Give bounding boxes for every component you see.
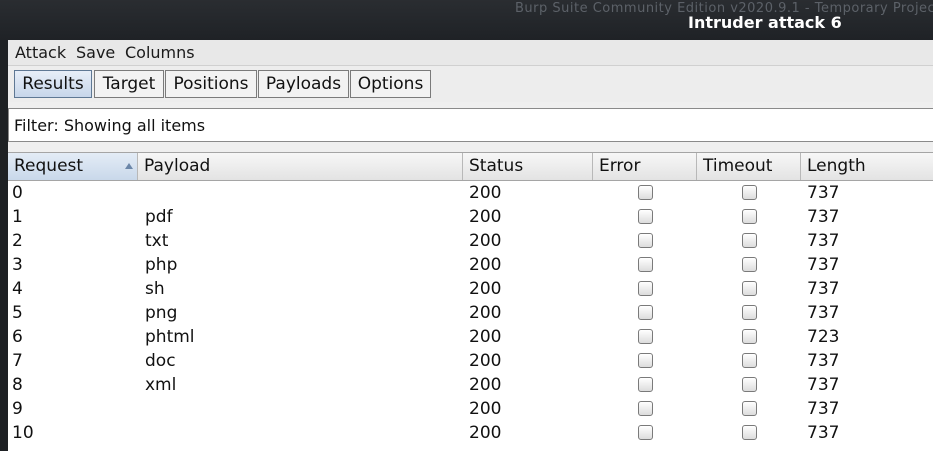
error-checkbox[interactable] [638,401,653,416]
menu-save[interactable]: Save [76,43,115,62]
filter-bar[interactable]: Filter: Showing all items [8,108,933,142]
cell-payload: txt [145,231,169,251]
cell-length: 737 [807,399,840,419]
window-titlebar: Burp Suite Community Edition v2020.9.1 -… [0,0,933,40]
menu-columns[interactable]: Columns [125,43,195,62]
cell-payload: png [145,303,178,323]
column-header-status[interactable]: Status [463,153,593,180]
cell-request: 1 [12,207,23,227]
column-header-error[interactable]: Error [593,153,697,180]
error-checkbox[interactable] [638,281,653,296]
timeout-checkbox[interactable] [742,281,757,296]
cell-length: 737 [807,423,840,443]
cell-request: 7 [12,351,23,371]
timeout-checkbox[interactable] [742,377,757,392]
table-row[interactable]: 0 200 737 [8,181,933,205]
cell-payload: phtml [145,327,195,347]
timeout-checkbox[interactable] [742,329,757,344]
column-header-length[interactable]: Length [801,153,933,180]
column-header-request-label: Request [14,156,84,176]
cell-length: 737 [807,183,840,203]
cell-status: 200 [469,351,502,371]
cell-request: 4 [12,279,23,299]
tab-target[interactable]: Target [94,70,164,98]
cell-status: 200 [469,303,502,323]
cell-payload: xml [145,375,177,395]
cell-request: 3 [12,255,23,275]
error-checkbox[interactable] [638,425,653,440]
table-row[interactable]: 10 200 737 [8,421,933,445]
error-checkbox[interactable] [638,305,653,320]
table-row[interactable]: 8 xml 200 737 [8,373,933,397]
table-row[interactable]: 5 png 200 737 [8,301,933,325]
cell-payload: pdf [145,207,173,227]
error-checkbox[interactable] [638,353,653,368]
cell-status: 200 [469,207,502,227]
cell-request: 2 [12,231,23,251]
cell-payload: php [145,255,178,275]
cell-status: 200 [469,231,502,251]
cell-length: 737 [807,351,840,371]
timeout-checkbox[interactable] [742,353,757,368]
cell-payload: sh [145,279,165,299]
timeout-checkbox[interactable] [742,305,757,320]
cell-request: 10 [12,423,34,443]
cell-status: 200 [469,255,502,275]
cell-request: 9 [12,399,23,419]
tab-payloads[interactable]: Payloads [258,70,349,98]
table-header: Request Payload Status Error Timeout Len… [8,152,933,181]
cell-status: 200 [469,279,502,299]
menu-attack[interactable]: Attack [15,43,66,62]
table-row[interactable]: 3 php 200 737 [8,253,933,277]
column-header-timeout[interactable]: Timeout [697,153,801,180]
tab-positions[interactable]: Positions [165,70,257,98]
error-checkbox[interactable] [638,257,653,272]
cell-status: 200 [469,183,502,203]
cell-length: 737 [807,207,840,227]
tab-options[interactable]: Options [350,70,431,98]
cell-request: 6 [12,327,23,347]
timeout-checkbox[interactable] [742,257,757,272]
cell-request: 5 [12,303,23,323]
cell-status: 200 [469,423,502,443]
error-checkbox[interactable] [638,185,653,200]
cell-length: 737 [807,375,840,395]
timeout-checkbox[interactable] [742,233,757,248]
tab-results[interactable]: Results [14,70,92,98]
results-table: Request Payload Status Error Timeout Len… [8,152,933,451]
timeout-checkbox[interactable] [742,425,757,440]
timeout-checkbox[interactable] [742,401,757,416]
cell-request: 0 [12,183,23,203]
cell-length: 737 [807,279,840,299]
table-row[interactable]: 2 txt 200 737 [8,229,933,253]
table-row[interactable]: 6 phtml 200 723 [8,325,933,349]
filter-label: Filter: Showing all items [14,116,206,135]
cell-payload: doc [145,351,176,371]
timeout-checkbox[interactable] [742,185,757,200]
cell-status: 200 [469,327,502,347]
error-checkbox[interactable] [638,233,653,248]
column-header-request[interactable]: Request [8,153,138,180]
cell-length: 737 [807,255,840,275]
error-checkbox[interactable] [638,329,653,344]
cell-length: 737 [807,231,840,251]
table-row[interactable]: 7 doc 200 737 [8,349,933,373]
intruder-window: Attack Save Columns Results Target Posit… [8,40,933,451]
table-row[interactable]: 1 pdf 200 737 [8,205,933,229]
error-checkbox[interactable] [638,209,653,224]
sort-ascending-icon [125,163,133,169]
timeout-checkbox[interactable] [742,209,757,224]
cell-status: 200 [469,399,502,419]
cell-status: 200 [469,375,502,395]
cell-length: 723 [807,327,840,347]
column-header-payload[interactable]: Payload [138,153,463,180]
table-row[interactable]: 9 200 737 [8,397,933,421]
error-checkbox[interactable] [638,377,653,392]
cell-length: 737 [807,303,840,323]
menu-bar: Attack Save Columns [8,40,933,66]
table-row[interactable]: 4 sh 200 737 [8,277,933,301]
tab-bar: Results Target Positions Payloads Option… [8,66,933,102]
cell-request: 8 [12,375,23,395]
window-title: Intruder attack 6 [688,13,842,32]
